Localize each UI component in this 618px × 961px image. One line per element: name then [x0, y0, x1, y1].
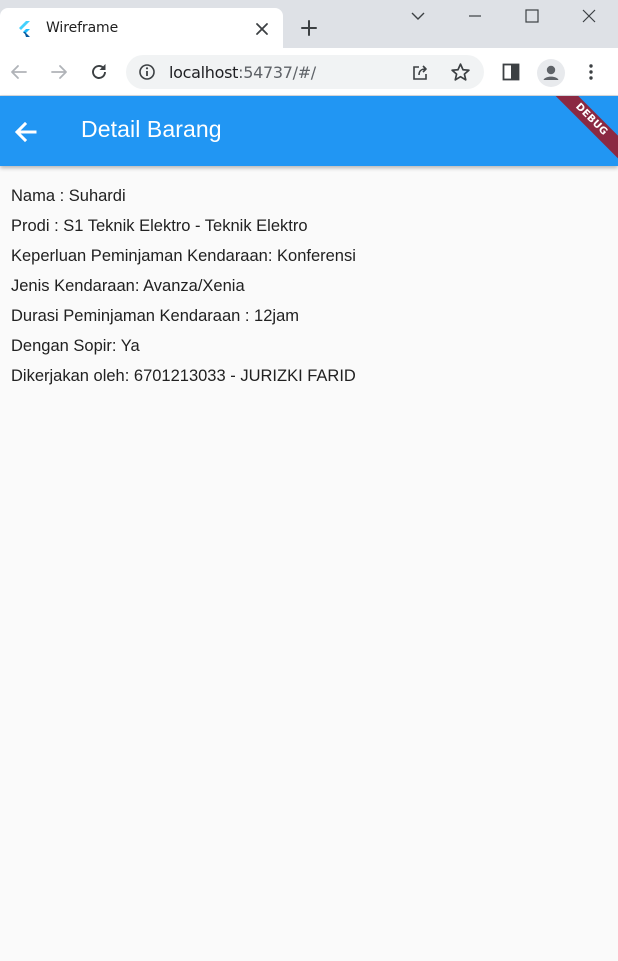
forward-arrow-icon[interactable] [48, 61, 70, 83]
side-panel-icon[interactable] [500, 61, 522, 83]
flutter-logo-icon [19, 21, 30, 37]
browser-tab[interactable]: Wireframe [0, 8, 283, 48]
close-tab-icon[interactable] [254, 21, 270, 37]
page-title: Detail Barang [81, 116, 222, 142]
new-tab-icon[interactable] [298, 17, 320, 39]
profile-avatar-icon[interactable] [536, 58, 566, 88]
back-arrow-icon[interactable] [12, 118, 40, 146]
detail-list: Nama : Suhardi Prodi : S1 Teknik Elektro… [11, 181, 356, 391]
minimize-icon[interactable] [463, 4, 487, 28]
close-window-icon[interactable] [577, 4, 601, 28]
tab-title: Wireframe [46, 20, 119, 36]
url-host: localhost [169, 63, 239, 82]
url-path: :54737/#/ [238, 63, 316, 82]
url-text[interactable]: localhost:54737/#/ [169, 63, 316, 82]
reload-icon[interactable] [88, 61, 110, 83]
tab-strip: Wireframe [0, 0, 618, 48]
detail-dikerjakan-oleh: Dikerjakan oleh: 6701213033 - JURIZKI FA… [11, 367, 356, 385]
site-info-icon[interactable] [138, 63, 156, 81]
detail-nama: Nama : Suhardi [11, 187, 126, 205]
share-icon[interactable] [410, 63, 430, 83]
maximize-icon[interactable] [520, 4, 544, 28]
debug-banner: DEBUG [543, 96, 618, 166]
detail-keperluan: Keperluan Peminjaman Kendaraan: Konferen… [11, 247, 356, 265]
bookmark-star-icon[interactable] [450, 62, 471, 83]
detail-durasi: Durasi Peminjaman Kendaraan : 12jam [11, 307, 299, 325]
tab-search-chevron-icon[interactable] [406, 4, 430, 28]
detail-sopir: Dengan Sopir: Ya [11, 337, 140, 355]
browser-toolbar: localhost:54737/#/ [0, 48, 618, 96]
app-bar: Detail Barang DEBUG [0, 96, 618, 166]
detail-jenis-kendaraan: Jenis Kendaraan: Avanza/Xenia [11, 277, 245, 295]
address-bar[interactable]: localhost:54737/#/ [126, 55, 484, 89]
detail-prodi: Prodi : S1 Teknik Elektro - Teknik Elekt… [11, 217, 308, 235]
back-arrow-icon[interactable] [8, 61, 30, 83]
more-menu-icon[interactable] [580, 61, 602, 83]
